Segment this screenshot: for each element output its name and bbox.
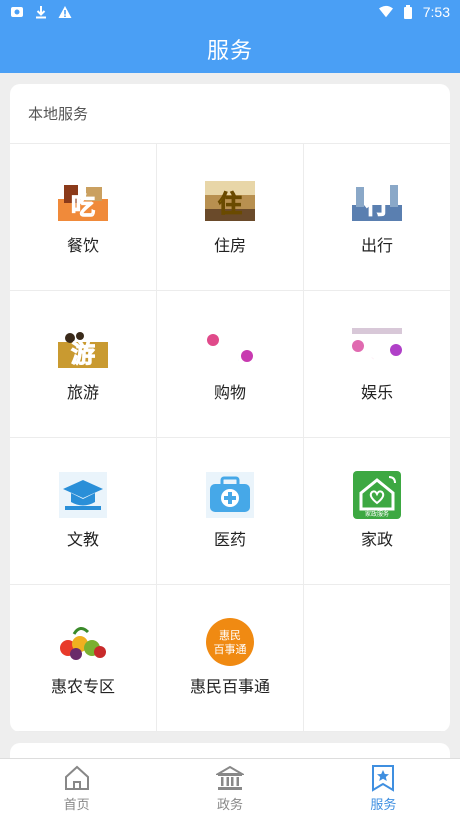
nav-label-home: 首页 [63, 798, 90, 813]
medicine-icon [205, 472, 255, 518]
nav-label-government: 政务 [216, 798, 243, 813]
service-label: 惠民百事通 [189, 677, 270, 696]
service-item-agriculture[interactable]: 惠农专区 [10, 585, 157, 732]
service-label: 文教 [66, 530, 99, 549]
service-label: 惠农专区 [50, 677, 115, 696]
huimin-icon-text-2: 百事通 [214, 643, 247, 656]
entertainment-icon-text: 娱 [365, 339, 390, 367]
service-item-huimin[interactable]: 惠民 百事通 惠民百事通 [157, 585, 304, 732]
travel-icon-text: 行 [364, 191, 389, 219]
agriculture-icon [58, 619, 108, 665]
travel-icon: 行 [352, 178, 402, 224]
huimin-icon: 惠民 百事通 [205, 618, 255, 666]
service-item-travel[interactable]: 行 出行 [304, 144, 450, 291]
wifi-icon [378, 5, 393, 19]
service-item-entertainment[interactable]: 娱 娱乐 [304, 291, 450, 438]
local-services-card: 本地服务 吃 餐饮 住 住房 行 出行 游 旅游 购 购物 娱 娱乐 文教 医药… [10, 84, 450, 732]
home-icon [64, 765, 89, 790]
food-icon-text: 吃 [71, 192, 95, 220]
education-icon [58, 472, 108, 518]
status-bar-right: 7:53 [378, 4, 450, 20]
service-label: 家政 [360, 530, 393, 549]
service-label: 旅游 [66, 383, 99, 402]
service-item-tourism[interactable]: 游 旅游 [10, 291, 157, 438]
local-services-title: 本地服务 [10, 84, 450, 144]
housekeeping-icon-text: 家政服务 [365, 510, 389, 518]
nav-label-service: 服务 [370, 798, 397, 813]
service-item-education[interactable]: 文教 [10, 438, 157, 585]
service-icon [372, 765, 395, 792]
service-item-food[interactable]: 吃 餐饮 [10, 144, 157, 291]
battery-icon [401, 5, 415, 19]
nav-item-home[interactable]: 首页 [0, 759, 153, 818]
service-label: 娱乐 [360, 383, 393, 402]
service-label: 住房 [213, 236, 246, 255]
status-bar: 7:53 [0, 0, 460, 24]
app-header: 服务 [0, 24, 460, 73]
nav-item-service[interactable]: 服务 [307, 759, 460, 818]
government-icon [215, 765, 244, 790]
housing-icon: 住 [205, 178, 255, 224]
huimin-icon-text-1: 惠民 [219, 628, 241, 642]
tourism-icon-text: 游 [71, 340, 95, 368]
service-label: 餐饮 [66, 236, 99, 255]
service-item-medicine[interactable]: 医药 [157, 438, 304, 585]
shopping-icon: 购 [205, 325, 255, 371]
tourism-icon: 游 [58, 325, 108, 371]
bottom-nav: 首页 政务 服务 [0, 758, 460, 818]
status-time: 7:53 [422, 4, 450, 20]
service-label: 购物 [213, 383, 246, 402]
status-bar-left [10, 5, 72, 19]
page-title: 服务 [206, 38, 253, 64]
photo-icon [10, 5, 24, 19]
housing-icon-text: 住 [218, 190, 242, 218]
service-item-housing[interactable]: 住 住房 [157, 144, 304, 291]
service-item-housekeeping[interactable]: 家政服务 家政 [304, 438, 450, 585]
service-label: 出行 [360, 236, 393, 255]
food-icon: 吃 [58, 178, 108, 224]
empty-cell [304, 585, 450, 732]
shopping-icon-text: 购 [218, 338, 242, 366]
download-icon [34, 5, 48, 19]
service-item-shopping[interactable]: 购 购物 [157, 291, 304, 438]
housekeeping-icon: 家政服务 [352, 471, 402, 519]
warning-icon [58, 5, 72, 19]
services-grid: 吃 餐饮 住 住房 行 出行 游 旅游 购 购物 娱 娱乐 文教 医药 家政服务… [10, 144, 450, 732]
entertainment-icon: 娱 [352, 325, 402, 371]
service-label: 医药 [213, 530, 246, 549]
nav-item-government[interactable]: 政务 [153, 759, 306, 818]
